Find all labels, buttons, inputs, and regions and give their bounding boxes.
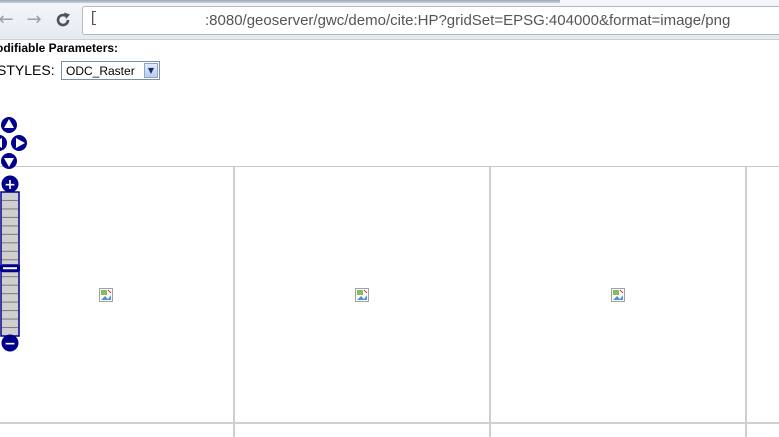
broken-image-icon bbox=[355, 288, 369, 302]
zoom-bar[interactable] bbox=[0, 191, 20, 337]
pan-left-icon[interactable] bbox=[0, 135, 7, 151]
tab-strip bbox=[0, 0, 560, 3]
modifiable-parameters-heading: odifiable Parameters: bbox=[0, 41, 119, 55]
pan-control bbox=[0, 117, 27, 169]
tile-border bbox=[745, 167, 747, 437]
reload-button[interactable] bbox=[52, 9, 72, 31]
forward-button[interactable]: → bbox=[24, 9, 44, 31]
address-bar[interactable]: [ :8080/geoserver/gwc/demo/cite:HP?gridS… bbox=[82, 6, 779, 35]
browser-toolbar: ← → [ :8080/geoserver/gwc/demo/cite:HP?g… bbox=[0, 0, 779, 40]
back-button[interactable]: ← bbox=[0, 9, 16, 31]
zoom-out-button[interactable]: − bbox=[1, 334, 19, 353]
zoom-out-icon: − bbox=[4, 336, 16, 352]
map-viewport[interactable] bbox=[0, 166, 779, 437]
address-url: :8080/geoserver/gwc/demo/cite:HP?gridSet… bbox=[205, 12, 731, 29]
styles-select-value: ODC_Raster bbox=[66, 64, 135, 78]
tile-border bbox=[0, 422, 779, 424]
zoom-control: + − bbox=[0, 175, 20, 353]
styles-select[interactable]: ODC_Raster ▼ bbox=[61, 61, 160, 80]
address-bracket: [ bbox=[89, 10, 99, 27]
tile-border bbox=[233, 167, 235, 437]
pan-down-icon[interactable] bbox=[1, 153, 17, 169]
pan-right-icon[interactable] bbox=[11, 135, 27, 151]
reload-icon bbox=[56, 12, 70, 27]
chevron-down-icon: ▼ bbox=[144, 63, 158, 78]
broken-image-icon bbox=[611, 288, 625, 302]
broken-image-icon bbox=[99, 288, 113, 302]
styles-label: STYLES: bbox=[0, 62, 55, 78]
zoom-in-icon: + bbox=[4, 177, 16, 193]
pan-up-icon[interactable] bbox=[1, 117, 17, 133]
zoom-in-button[interactable]: + bbox=[1, 175, 19, 194]
tile-border bbox=[489, 167, 491, 437]
zoom-slider-handle[interactable] bbox=[0, 264, 20, 273]
